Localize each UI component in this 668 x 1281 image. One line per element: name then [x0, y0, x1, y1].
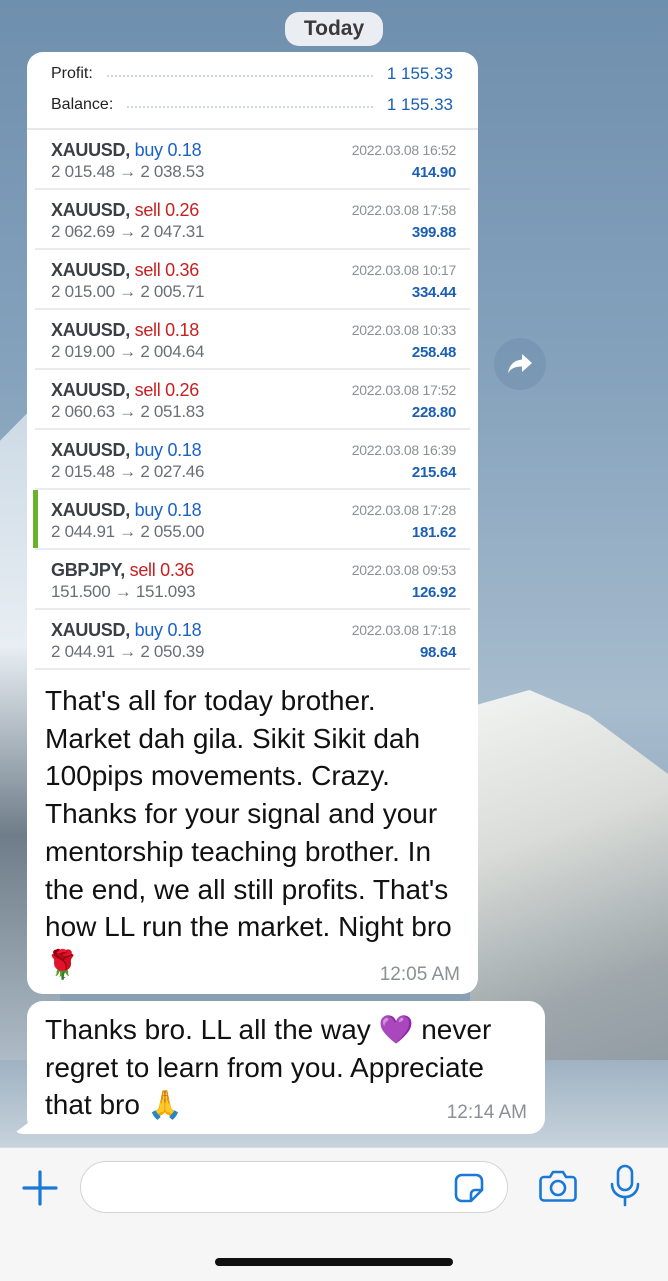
camera-button[interactable]	[538, 1168, 578, 1204]
trade-symbol: GBPJPY,	[51, 560, 125, 580]
trade-row: XAUUSD, buy 0.18 2 044.91 → 2 050.39 202…	[35, 610, 470, 670]
trade-prices: 2 062.69 → 2 047.31	[51, 222, 205, 241]
reply-message-bubble[interactable]: Thanks bro. LL all the way 💜 never regre…	[27, 1001, 545, 1134]
trade-profit: 399.88	[411, 224, 456, 241]
microphone-icon	[610, 1164, 640, 1207]
summary-label: Balance:	[51, 95, 114, 113]
trade-prices: 151.500 → 151.093	[51, 582, 196, 601]
message-input[interactable]	[80, 1161, 508, 1213]
dotted-leader	[127, 105, 373, 108]
forward-button[interactable]	[494, 338, 546, 390]
trade-symbol: XAUUSD,	[51, 380, 130, 400]
date-divider: Today	[285, 12, 383, 46]
trade-prices: 2 044.91 → 2 055.00	[51, 522, 205, 541]
trade-profit: 228.80	[411, 404, 456, 421]
trade-row: XAUUSD, sell 0.36 2 015.00 → 2 005.71 20…	[35, 250, 470, 310]
trade-profit: 334.44	[411, 284, 456, 301]
home-indicator[interactable]	[215, 1258, 453, 1266]
trade-profit: 181.62	[411, 524, 456, 541]
sticker-icon	[454, 1173, 484, 1203]
trade-time: 2022.03.08 16:39	[351, 442, 457, 458]
trade-time: 2022.03.08 17:52	[351, 382, 457, 398]
incoming-message-bubble[interactable]: Profit: 1 155.33 Balance: 1 155.33 XAUUS…	[27, 52, 478, 994]
trade-symbol: XAUUSD,	[51, 620, 130, 640]
camera-icon	[539, 1170, 577, 1202]
trade-row: XAUUSD, buy 0.18 2 015.48 → 2 038.53 202…	[35, 130, 470, 190]
trade-row: XAUUSD, sell 0.26 2 060.63 → 2 051.83 20…	[35, 370, 470, 430]
trade-direction: buy 0.18	[134, 620, 202, 640]
trade-direction: buy 0.18	[134, 500, 202, 520]
trade-prices: 2 015.48 → 2 027.46	[51, 462, 205, 481]
trade-row-selected: XAUUSD, buy 0.18 2 044.91 → 2 055.00 202…	[33, 490, 470, 550]
message-text: That's all for today brother. Market dah…	[45, 685, 452, 980]
trade-prices: 2 015.48 → 2 038.53	[51, 162, 205, 181]
account-summary: Profit: 1 155.33 Balance: 1 155.33	[27, 52, 478, 120]
trade-time: 2022.03.08 10:17	[351, 262, 457, 278]
trade-symbol: XAUUSD,	[51, 200, 130, 220]
microphone-button[interactable]	[608, 1164, 642, 1208]
trade-direction: sell 0.26	[134, 380, 200, 400]
attach-button[interactable]	[20, 1168, 60, 1208]
trade-direction: sell 0.26	[134, 200, 200, 220]
trade-direction: sell 0.36	[134, 260, 200, 280]
trade-profit: 414.90	[411, 164, 456, 181]
trade-prices: 2 044.91 → 2 050.39	[51, 642, 205, 661]
trade-prices: 2 019.00 → 2 004.64	[51, 342, 205, 361]
summary-row-balance: Balance: 1 155.33	[51, 89, 453, 120]
sticker-button[interactable]	[453, 1172, 485, 1204]
trade-time: 2022.03.08 16:52	[351, 142, 457, 158]
trade-time: 2022.03.08 17:58	[351, 202, 457, 218]
trade-profit: 126.92	[411, 584, 456, 601]
trade-history-list: XAUUSD, buy 0.18 2 015.48 → 2 038.53 202…	[27, 128, 478, 670]
trade-row: XAUUSD, sell 0.18 2 019.00 → 2 004.64 20…	[35, 310, 470, 370]
trade-symbol: XAUUSD,	[51, 500, 130, 520]
trade-profit: 215.64	[411, 464, 456, 481]
trade-symbol: XAUUSD,	[51, 320, 130, 340]
trade-prices: 2 060.63 → 2 051.83	[51, 402, 205, 421]
trade-symbol: XAUUSD,	[51, 260, 130, 280]
forward-arrow-icon	[508, 354, 532, 374]
trade-direction: buy 0.18	[134, 140, 202, 160]
message-timestamp: 12:14 AM	[446, 1102, 527, 1123]
date-label: Today	[303, 17, 365, 40]
trade-time: 2022.03.08 09:53	[351, 562, 457, 578]
trade-row: XAUUSD, buy 0.18 2 015.48 → 2 027.46 202…	[35, 430, 470, 490]
summary-label: Profit:	[51, 64, 93, 82]
summary-value: 1 155.33	[386, 94, 453, 114]
trade-profit: 98.64	[419, 644, 456, 661]
summary-row-profit: Profit: 1 155.33	[51, 58, 453, 89]
trade-direction: sell 0.18	[134, 320, 200, 340]
trade-profit: 258.48	[411, 344, 456, 361]
trade-symbol: XAUUSD,	[51, 140, 130, 160]
dotted-leader	[106, 74, 373, 77]
message-timestamp: 12:05 AM	[379, 964, 460, 985]
plus-icon	[22, 1170, 58, 1206]
trade-row: XAUUSD, sell 0.26 2 062.69 → 2 047.31 20…	[35, 190, 470, 250]
trade-time: 2022.03.08 10:33	[351, 322, 457, 338]
trade-direction: buy 0.18	[134, 440, 202, 460]
trade-time: 2022.03.08 17:28	[351, 502, 457, 518]
summary-value: 1 155.33	[386, 63, 453, 83]
trade-symbol: XAUUSD,	[51, 440, 130, 460]
trade-row: GBPJPY, sell 0.36 151.500 → 151.093 2022…	[35, 550, 470, 610]
trade-prices: 2 015.00 → 2 005.71	[51, 282, 205, 301]
trade-time: 2022.03.08 17:18	[351, 622, 457, 638]
trade-direction: sell 0.36	[129, 560, 195, 580]
